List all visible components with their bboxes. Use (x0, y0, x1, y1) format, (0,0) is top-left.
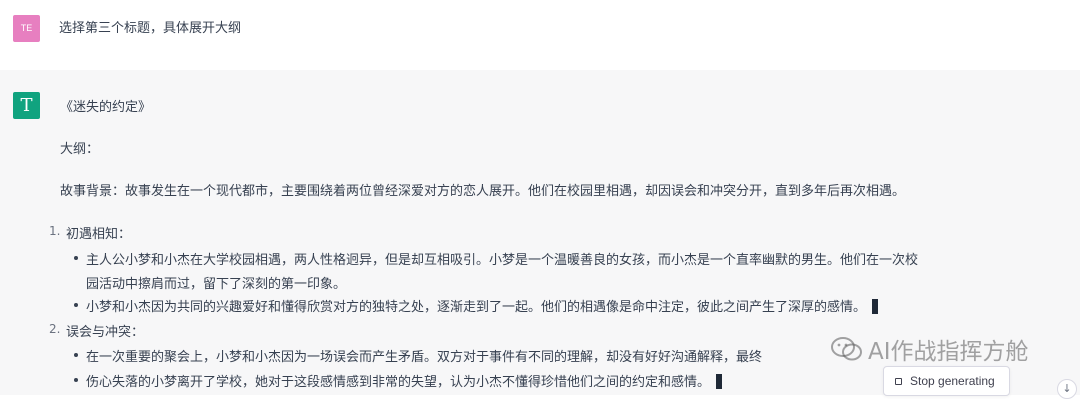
stop-generating-button[interactable]: Stop generating (883, 366, 1010, 396)
bullet-text: 小梦和小杰因为共同的兴趣爱好和懂得欣赏对方的独特之处，逐渐走到了一起。他们的相遇… (86, 296, 879, 315)
watermark: AI作战指挥方舱 (830, 332, 1029, 366)
outline-label: 大纲： (60, 142, 100, 157)
bullet-text: 伤心失落的小梦离开了学校，她对于这段感情感到非常的失望，认为小杰不懂得珍惜他们之… (86, 371, 723, 390)
user-avatar: TE (13, 15, 40, 42)
section-heading: 误会与冲突： (66, 325, 145, 340)
section-heading: 初遇相知： (66, 227, 132, 242)
arrow-down-icon: ↓ (1062, 382, 1072, 395)
user-message-row: TE 选择第三个标题，具体展开大纲 (0, 0, 1080, 71)
bullet-text: 主人公小梦和小杰在大学校园相遇，两人性格迥异，但是却互相吸引。小梦是一个温暖善良… (86, 253, 919, 268)
watermark-text: AI作战指挥方舱 (868, 339, 1029, 365)
stop-icon (895, 377, 902, 385)
stop-generating-label: Stop generating (910, 374, 995, 388)
typing-cursor (716, 374, 723, 389)
typing-cursor (872, 299, 879, 314)
bullet-text-span: 小梦和小杰因为共同的兴趣爱好和懂得欣赏对方的独特之处，逐渐走到了一起。他们的相遇… (86, 300, 867, 315)
bullet-text: 园活动中擦肩而过，留下了深刻的第一印象。 (86, 277, 347, 292)
bullet-text: 在一次重要的聚会上，小梦和小杰因为一场误会而产生矛盾。双方对于事件有不同的理解，… (86, 350, 763, 365)
bullet-dot (74, 256, 78, 260)
wechat-icon (831, 337, 862, 361)
bullet-dot (74, 303, 78, 307)
bullet-dot (74, 353, 78, 357)
scroll-to-bottom-button[interactable]: ↓ (1057, 379, 1077, 399)
list-number: 1. (49, 224, 61, 238)
bullet-dot (74, 378, 78, 382)
assistant-avatar: T (13, 92, 40, 119)
bullet-text-span: 伤心失落的小梦离开了学校，她对于这段感情感到非常的失望，认为小杰不懂得珍惜他们之… (86, 375, 711, 390)
list-number: 2. (49, 322, 61, 336)
story-background: 故事背景：故事发生在一个现代都市，主要围绕着两位曾经深爱对方的恋人展开。他们在校… (60, 184, 906, 199)
story-title: 《迷失的约定》 (60, 100, 152, 115)
user-message-text: 选择第三个标题，具体展开大纲 (59, 21, 242, 36)
